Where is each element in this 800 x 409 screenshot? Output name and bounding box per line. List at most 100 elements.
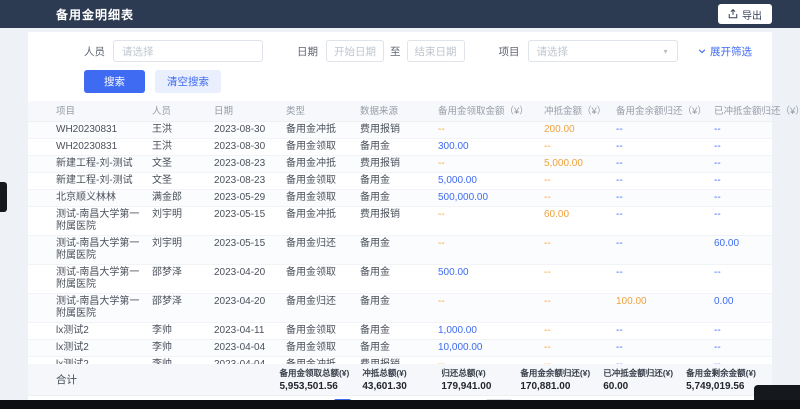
date-cell: 2023-05-15 [214, 236, 282, 264]
amount-cell: -- [544, 236, 612, 264]
column-header: 日期 [214, 101, 282, 121]
table-row[interactable]: 测试-南昌大学第一附属医院刘宇明2023-05-15备用金归还备用金------… [28, 236, 772, 265]
amount-cell: -- [544, 357, 612, 364]
export-icon [728, 9, 738, 19]
table-row[interactable]: 测试-南昌大学第一附属医院刘宇明2023-05-15备用金冲抵费用报销--60.… [28, 207, 772, 236]
drawer-handle[interactable] [0, 182, 7, 212]
column-header: 已冲抵金额归还（¥） [714, 101, 800, 121]
totals-label: 合计 [56, 372, 112, 387]
total-stat-value: 43,601.30 [362, 381, 428, 392]
table-row[interactable]: 新建工程-刘-测试文圣2023-08-23备用金领取备用金5,000.00---… [28, 173, 772, 190]
amount-cell: -- [438, 207, 540, 235]
amount-cell: -- [616, 122, 710, 138]
totals-stats: 备用金领取总额(¥)5,953,501.56 冲抵总额(¥)43,601.30 归还… [279, 367, 756, 392]
total-stat-value: 5,953,501.56 [279, 381, 349, 392]
date-cell: 2023-04-11 [214, 323, 282, 339]
amount-cell: -- [438, 122, 540, 138]
project-filter-label: 项目 [499, 44, 520, 59]
column-header: 人员 [152, 101, 210, 121]
table-row[interactable]: 测试-南昌大学第一附属医院邵梦泽2023-04-20备用金归还备用金----10… [28, 294, 772, 323]
filter-bar: 人员 请选择 日期 开始日期 至 结束日期 项目 请选择 ▾ [28, 32, 772, 62]
source-cell: 费用报销 [360, 207, 434, 235]
table-row[interactable]: WH20230831王洪2023-08-30备用金领取备用金300.00----… [28, 139, 772, 156]
date-cell: 2023-08-23 [214, 173, 282, 189]
export-button[interactable]: 导出 [718, 4, 772, 24]
table-row[interactable]: WH20230831王洪2023-08-30备用金冲抵费用报销--200.00-… [28, 122, 772, 139]
table-row[interactable]: 测试-南昌大学第一附属医院邵梦泽2023-04-20备用金领取备用金500.00… [28, 265, 772, 294]
total-stat: 备用金余额归还(¥)170,881.00 [520, 367, 590, 392]
date-cell: 2023-08-30 [214, 139, 282, 155]
total-stat: 备用金领取总额(¥)5,953,501.56 [279, 367, 349, 392]
search-button[interactable]: 搜索 [84, 70, 145, 93]
project-filter-select[interactable]: 请选择 ▾ [528, 40, 678, 62]
type-cell: 备用金领取 [286, 323, 356, 339]
person-cell: 王洪 [152, 139, 210, 155]
content-card: 人员 请选择 日期 开始日期 至 结束日期 项目 请选择 ▾ [28, 32, 772, 409]
person-cell: 李帅 [152, 357, 210, 364]
table-header: 项目人员日期类型数据来源备用金领取金额（¥）冲抵金额（¥）备用金余额归还（¥）已… [28, 101, 772, 122]
total-stat: 已冲抵金额归还(¥)60.00 [603, 367, 673, 392]
total-stat-label: 归还总额(¥) [441, 367, 507, 379]
project-cell: 测试-南昌大学第一附属医院 [56, 294, 148, 322]
amount-cell: -- [438, 156, 540, 172]
person-filter-placeholder: 请选择 [122, 44, 154, 59]
bottom-strip [0, 400, 800, 409]
table-row[interactable]: lx测试2李帅2023-04-11备用金领取备用金1,000.00------ [28, 323, 772, 340]
date-cell: 2023-05-15 [214, 207, 282, 235]
source-cell: 备用金 [360, 139, 434, 155]
amount-cell: 100.00 [616, 294, 710, 322]
table-row[interactable]: 新建工程-刘-测试文圣2023-08-23备用金冲抵费用报销--5,000.00… [28, 156, 772, 173]
project-cell: 新建工程-刘-测试 [56, 156, 148, 172]
amount-cell: -- [544, 340, 612, 356]
date-cell: 2023-05-29 [214, 190, 282, 206]
amount-cell: -- [544, 139, 612, 155]
project-cell: 测试-南昌大学第一附属医院 [56, 207, 148, 235]
source-cell: 备用金 [360, 173, 434, 189]
person-filter-input[interactable]: 请选择 [113, 40, 263, 62]
date-cell: 2023-04-20 [214, 294, 282, 322]
project-cell: lx测试2 [56, 357, 148, 364]
date-end-input[interactable]: 结束日期 [407, 40, 465, 62]
table-row[interactable]: lx测试2李帅2023-04-04备用金冲抵费用报销-------- [28, 357, 772, 364]
column-header: 冲抵金额（¥） [544, 101, 612, 121]
person-cell: 邵梦泽 [152, 294, 210, 322]
date-range-separator: 至 [390, 44, 401, 59]
type-cell: 备用金领取 [286, 265, 356, 293]
amount-cell: -- [544, 265, 612, 293]
date-start-input[interactable]: 开始日期 [326, 40, 384, 62]
date-cell: 2023-08-23 [214, 156, 282, 172]
expand-filters-link[interactable]: 展开筛选 [698, 44, 752, 59]
column-header: 数据来源 [360, 101, 434, 121]
source-cell: 备用金 [360, 265, 434, 293]
person-cell: 李帅 [152, 340, 210, 356]
amount-cell: -- [714, 340, 756, 356]
source-cell: 备用金 [360, 323, 434, 339]
type-cell: 备用金冲抵 [286, 357, 356, 364]
total-stat: 冲抵总额(¥)43,601.30 [362, 367, 428, 392]
table-body: WH20230831王洪2023-08-30备用金冲抵费用报销--200.00-… [28, 122, 772, 364]
clear-search-button[interactable]: 清空搜索 [155, 70, 221, 93]
source-cell: 费用报销 [360, 156, 434, 172]
filter-actions: 搜索 清空搜索 [28, 62, 772, 101]
table-row[interactable]: 北京顺义林林满金郎2023-05-29备用金领取备用金500,000.00---… [28, 190, 772, 207]
person-cell: 李帅 [152, 323, 210, 339]
main-content: 人员 请选择 日期 开始日期 至 结束日期 项目 请选择 ▾ [0, 28, 800, 409]
type-cell: 备用金归还 [286, 294, 356, 322]
column-header: 类型 [286, 101, 356, 121]
table-row[interactable]: lx测试2李帅2023-04-04备用金领取备用金10,000.00------ [28, 340, 772, 357]
amount-cell: 300.00 [438, 139, 540, 155]
page-title: 备用金明细表 [56, 6, 134, 23]
chevron-down-icon: ▾ [664, 48, 671, 55]
total-stat-value: 5,749,019.56 [686, 381, 756, 392]
amount-cell: 5,000.00 [544, 156, 612, 172]
source-cell: 备用金 [360, 190, 434, 206]
amount-cell: -- [714, 357, 756, 364]
total-stat-value: 179,941.00 [441, 381, 507, 392]
project-cell: 新建工程-刘-测试 [56, 173, 148, 189]
total-stat: 备用金剩余金额(¥)5,749,019.56 [686, 367, 756, 392]
person-cell: 王洪 [152, 122, 210, 138]
type-cell: 备用金归还 [286, 236, 356, 264]
amount-cell: -- [714, 122, 756, 138]
amount-cell: -- [544, 190, 612, 206]
amount-cell: -- [714, 190, 756, 206]
